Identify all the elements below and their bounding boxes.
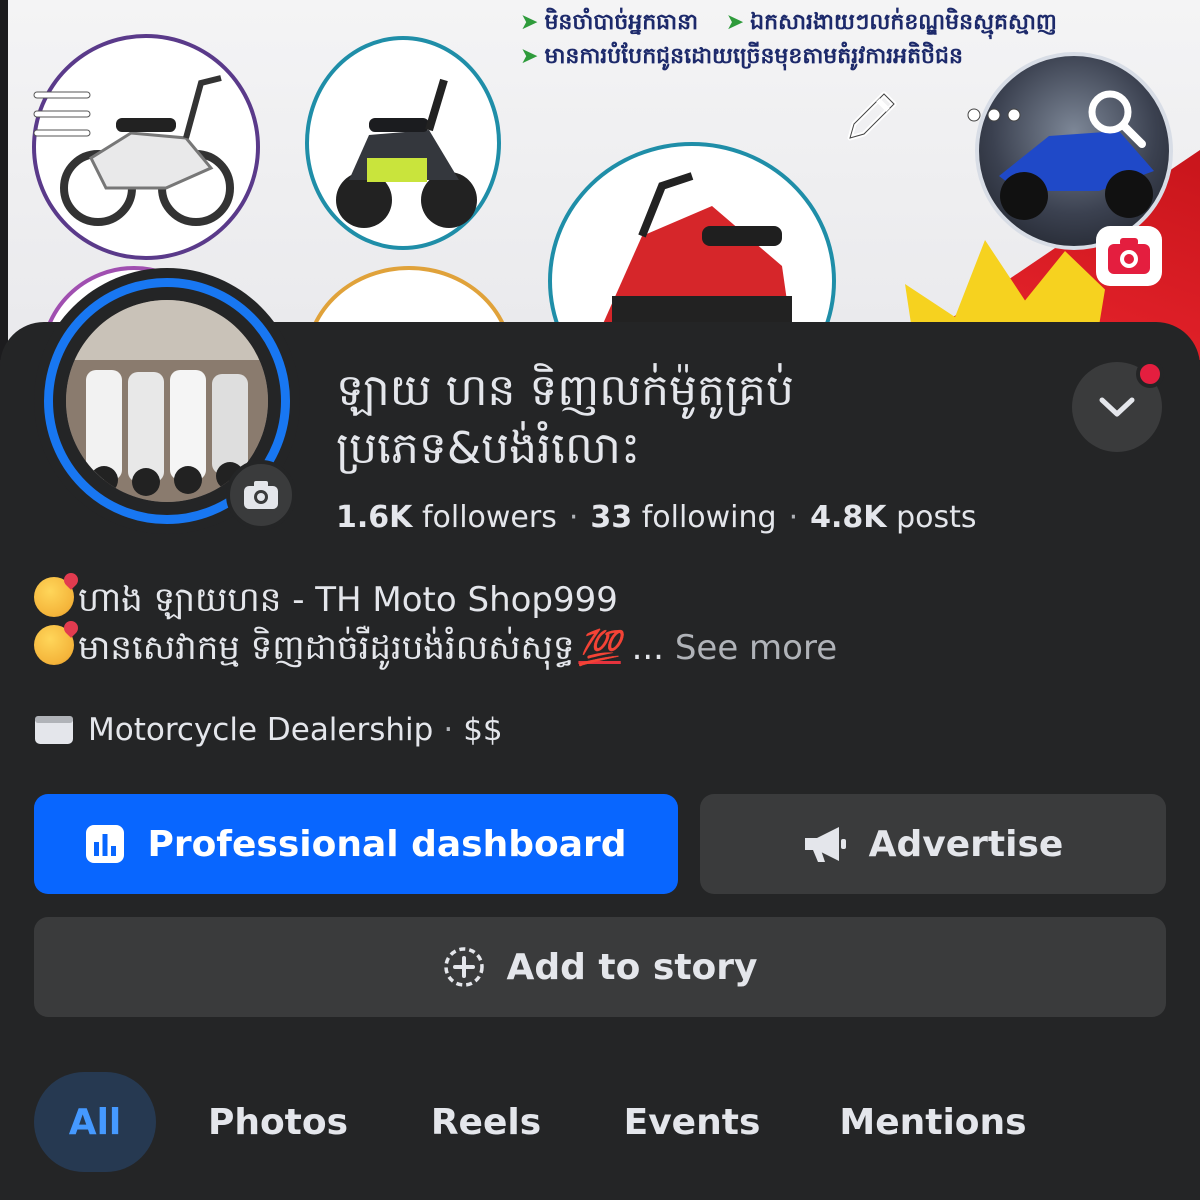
bio-text-2: មានសេវាកម្ម ទិញដាច់រឺដូរបង់រំលស់សុទ្ធ	[78, 628, 575, 668]
cover-bullet-line-2: ➤ មានការបំបែកជូនដោយច្រើនមុខតាមតំរូវការអតិ…	[520, 40, 1080, 74]
profile-stats: 1.6K followers · 33 following · 4.8K posts	[336, 500, 977, 535]
cover-bullet-text: ឯកសារងាយៗលក់ខណ្ឌមិនស្មុគស្មាញ	[750, 10, 1057, 35]
cover-bike-image-2	[305, 36, 501, 250]
bio-line-2: មានសេវាកម្ម ទិញដាច់រឺដូរបង់រំលស់សុទ្ធ 💯 .…	[34, 624, 1174, 672]
following-count: 33	[590, 500, 633, 535]
cover-bullet-text: មិនចាំបាច់អ្នកធានា	[544, 10, 699, 35]
tab-events[interactable]: Events	[610, 1072, 774, 1172]
followers-label: followers	[421, 500, 557, 535]
see-more-link[interactable]: See more	[675, 628, 837, 668]
tab-photos[interactable]: Photos	[194, 1072, 362, 1172]
followers-stat[interactable]: 1.6K followers	[336, 500, 557, 535]
cover-motorcycle-thumbnail	[975, 52, 1173, 250]
avatar-camera-button[interactable]	[226, 460, 296, 530]
chevron-down-icon	[1099, 397, 1135, 417]
notification-dot	[1136, 360, 1164, 388]
professional-dashboard-button[interactable]: Professional dashboard	[34, 794, 678, 894]
advertise-label: Advertise	[868, 823, 1064, 865]
hamburger-menu-icon[interactable]	[32, 86, 92, 142]
bullet-arrow-icon: ➤	[725, 10, 745, 35]
bio-line-1: ហាង ឡាយហន - TH Moto Shop999	[34, 576, 1174, 624]
bio-ellipsis: ...	[631, 628, 664, 668]
posts-label: posts	[896, 500, 977, 535]
cover-bullet-text: មានការបំបែកជូនដោយច្រើនមុខតាមតំរូវការអតិថ…	[544, 44, 963, 69]
dashboard-icon	[85, 824, 125, 864]
cover-bullet-line-1: ➤ មិនចាំបាច់អ្នកធានា ➤ ឯកសារងាយៗលក់ខណ្ឌមិន…	[520, 6, 1080, 40]
hundred-points-icon: 💯	[578, 628, 621, 668]
following-label: following	[641, 500, 777, 535]
add-to-story-button[interactable]: Add to story	[34, 917, 1166, 1017]
page-title: ឡាយ ហន ទិញលក់ម៉ូតូគ្រប់ប្រភេទ&បង់រំលោះ	[336, 365, 794, 474]
camera-icon	[244, 481, 278, 509]
cover-camera-button[interactable]	[1096, 226, 1162, 286]
dashboard-label: Professional dashboard	[147, 823, 627, 865]
stat-separator: ·	[568, 500, 579, 535]
cover-edge	[0, 0, 8, 360]
tab-reels[interactable]: Reels	[412, 1072, 560, 1172]
bullet-arrow-icon: ➤	[520, 10, 539, 35]
tab-mentions[interactable]: Mentions	[824, 1072, 1042, 1172]
profile-bio: ហាង ឡាយហន - TH Moto Shop999 មានសេវាកម្ម …	[34, 576, 1174, 672]
posts-stat[interactable]: 4.8K posts	[810, 500, 976, 535]
following-stat[interactable]: 33 following	[590, 500, 776, 535]
profile-tabs: All Photos Reels Events Mentions	[34, 1072, 1174, 1172]
category-icon	[35, 716, 73, 744]
search-icon[interactable]	[1084, 86, 1148, 150]
cover-bullet-list: ➤ មិនចាំបាច់អ្នកធានា ➤ ឯកសារងាយៗលក់ខណ្ឌមិន…	[520, 6, 1080, 74]
followers-count: 1.6K	[336, 500, 413, 535]
bio-text-1: ហាង ឡាយហន - TH Moto Shop999	[78, 580, 618, 620]
megaphone-icon	[803, 824, 847, 864]
price-range: $$	[463, 712, 503, 748]
category-name: Motorcycle Dealership	[88, 712, 434, 748]
smiling-face-hearts-icon	[34, 625, 74, 665]
pencil-icon[interactable]	[838, 84, 904, 150]
more-dots-icon[interactable]	[964, 100, 1024, 130]
camera-icon	[1108, 238, 1150, 274]
category-row: Motorcycle Dealership · $$	[34, 712, 503, 748]
add-story-label: Add to story	[506, 946, 758, 988]
add-story-icon	[443, 946, 485, 988]
bullet-arrow-icon: ➤	[520, 44, 539, 69]
smiling-face-hearts-icon	[34, 577, 74, 617]
advertise-button[interactable]: Advertise	[700, 794, 1166, 894]
category-separator: ·	[443, 712, 454, 748]
posts-count: 4.8K	[810, 500, 887, 535]
tab-all[interactable]: All	[34, 1072, 156, 1172]
stat-separator: ·	[788, 500, 799, 535]
cover-bike-image-1	[32, 34, 260, 260]
